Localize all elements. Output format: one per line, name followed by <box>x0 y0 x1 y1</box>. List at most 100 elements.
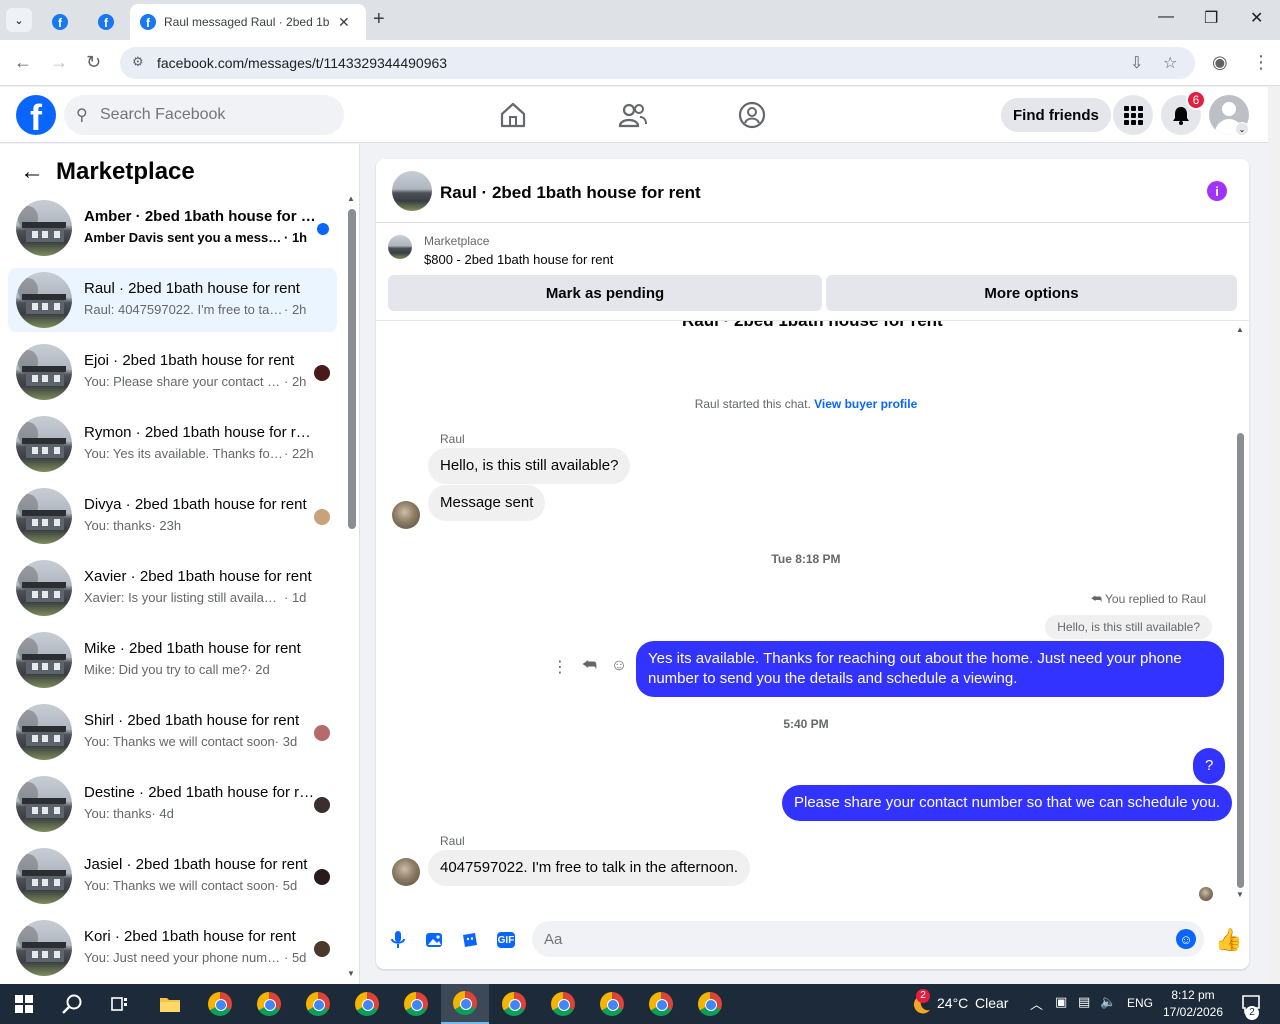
more-actions-icon[interactable]: ⋮ <box>552 657 568 677</box>
conversation-item[interactable]: Rymon · 2bed 1bath house for rent You: Ye… <box>8 412 337 476</box>
pinned-tab-facebook-2[interactable]: f <box>86 4 126 40</box>
sticker-icon[interactable] <box>458 928 482 952</box>
incoming-message[interactable]: Hello, is this still available? <box>428 448 631 484</box>
conversation-item[interactable]: Divya · 2bed 1bath house for rent You: th… <box>8 484 337 548</box>
photo-icon[interactable] <box>422 928 446 952</box>
conversation-name: Ejoi · 2bed 1bath house for rent <box>84 352 295 369</box>
tab-search-dropdown-icon[interactable]: ⌄ <box>6 8 32 32</box>
conversation-item[interactable]: Xavier · 2bed 1bath house for rent Xavier… <box>8 556 337 620</box>
search-box[interactable]: ⚲ <box>64 95 344 135</box>
chevron-up-icon[interactable]: ︿ <box>1030 994 1043 1013</box>
conversation-snippet: Raul: 4047597022. I'm free to talk in th… <box>84 302 284 317</box>
active-tab[interactable]: f Raul messaged Raul · 2bed 1bath house … <box>130 4 366 40</box>
clock-date[interactable]: 17/02/2026 <box>1158 1005 1228 1019</box>
gif-icon[interactable]: GIF <box>494 928 518 952</box>
search-input[interactable] <box>100 103 320 127</box>
forward-icon[interactable]: → <box>50 52 68 73</box>
bookmark-star-icon[interactable]: ☆ <box>1163 53 1177 73</box>
page-scrollbar[interactable] <box>1268 87 1280 984</box>
network-icon[interactable]: ▤ <box>1078 994 1090 1010</box>
browser-menu-icon[interactable]: ⋮ <box>1252 52 1270 73</box>
camera-icon[interactable]: ▣ <box>1055 994 1067 1010</box>
restore-icon[interactable]: ❐ <box>1204 8 1218 28</box>
chat-scroll-thumb[interactable] <box>1237 433 1244 888</box>
listing-price[interactable]: $800 - 2bed 1bath house for rent <box>424 252 613 267</box>
sender-avatar[interactable] <box>392 501 420 529</box>
listing-thumbnail[interactable] <box>392 171 432 211</box>
conversation-item[interactable]: Mike · 2bed 1bath house for rent Mike: Di… <box>8 628 337 692</box>
mark-as-pending-button[interactable]: Mark as pending <box>388 275 822 311</box>
chrome-taskbar-icon[interactable] <box>245 984 293 1024</box>
microphone-icon[interactable] <box>386 928 410 952</box>
weather-desc[interactable]: Clear <box>975 995 1008 1011</box>
language-indicator[interactable]: ENG <box>1127 996 1153 1010</box>
weather-badge: 2 <box>916 989 930 1003</box>
site-info-icon[interactable]: ⚙ <box>132 54 144 70</box>
conversation-item[interactable]: Amber · 2bed 1bath house for rent Amber D… <box>8 196 337 260</box>
home-icon[interactable] <box>498 101 528 129</box>
chrome-taskbar-icon[interactable] <box>392 984 440 1024</box>
close-window-icon[interactable]: ✕ <box>1250 8 1263 28</box>
back-icon[interactable]: ← <box>14 52 32 73</box>
chrome-taskbar-icon-active[interactable] <box>441 984 489 1024</box>
chrome-taskbar-icon[interactable] <box>343 984 391 1024</box>
pinned-tab-facebook-1[interactable]: f <box>40 4 80 40</box>
profile-icon[interactable]: ◉ <box>1212 52 1228 73</box>
clock-time[interactable]: 8:12 pm <box>1158 988 1228 1002</box>
view-buyer-profile-link[interactable]: View buyer profile <box>814 397 917 411</box>
incoming-message[interactable]: 4047597022. I'm free to talk in the afte… <box>428 850 751 886</box>
groups-icon[interactable] <box>737 101 767 129</box>
conversation-item[interactable]: Ejoi · 2bed 1bath house for rent You: Ple… <box>8 340 337 404</box>
facebook-favicon-icon: f <box>98 14 114 30</box>
reload-icon[interactable]: ↻ <box>86 52 101 73</box>
find-friends-button[interactable]: Find friends <box>1001 98 1111 132</box>
chrome-taskbar-icon[interactable] <box>294 984 342 1024</box>
facebook-logo-icon[interactable]: f <box>16 95 56 135</box>
conversation-item[interactable]: Jasiel · 2bed 1bath house for rent You: T… <box>8 844 337 908</box>
more-options-button[interactable]: More options <box>826 275 1237 311</box>
menu-grid-button[interactable] <box>1113 95 1153 135</box>
incoming-message[interactable]: Message sent <box>428 485 546 521</box>
outgoing-message[interactable]: Yes its available. Thanks for reaching o… <box>636 641 1224 697</box>
listing-small-thumbnail[interactable] <box>388 235 412 259</box>
back-arrow-icon[interactable]: ← <box>20 158 44 186</box>
seen-by-avatar <box>314 365 330 381</box>
chrome-taskbar-icon[interactable] <box>588 984 636 1024</box>
chrome-taskbar-icon[interactable] <box>539 984 587 1024</box>
conversation-preview: Amber Davis sent you a message · 1h <box>84 230 316 245</box>
tab-close-icon[interactable]: ✕ <box>338 14 350 31</box>
chevron-down-icon[interactable]: ⌄ <box>1235 122 1249 136</box>
conversation-item[interactable]: Shirl · 2bed 1bath house for rent You: Th… <box>8 700 337 764</box>
friends-icon[interactable] <box>618 101 648 129</box>
task-view-icon[interactable] <box>96 984 144 1024</box>
chrome-taskbar-icon[interactable] <box>490 984 538 1024</box>
outgoing-message[interactable]: Please share your contact number so that… <box>782 785 1233 821</box>
quoted-message[interactable]: Hello, is this still available? <box>1045 615 1212 639</box>
conversation-item[interactable]: Kori · 2bed 1bath house for rent You: Jus… <box>8 916 337 980</box>
emoji-icon[interactable]: ☺ <box>1176 929 1196 949</box>
chrome-taskbar-icon[interactable] <box>196 984 244 1024</box>
conversation-scroll-thumb[interactable] <box>348 209 356 529</box>
thumbs-up-icon[interactable]: 👍 <box>1215 927 1242 953</box>
volume-icon[interactable]: 🔈 <box>1100 994 1116 1010</box>
reply-icon[interactable]: ⮪ <box>582 657 597 677</box>
install-app-icon[interactable]: ⇩ <box>1130 53 1143 73</box>
address-bar[interactable]: ⚙ facebook.com/messages/t/11433293444909… <box>120 47 1195 79</box>
weather-temp[interactable]: 24°C <box>937 995 968 1011</box>
new-tab-icon[interactable]: + <box>373 8 385 31</box>
info-icon[interactable]: i <box>1207 181 1227 201</box>
conversation-item[interactable]: Destine · 2bed 1bath house for rent You: … <box>8 772 337 836</box>
chrome-taskbar-icon[interactable] <box>637 984 685 1024</box>
sender-avatar[interactable] <box>392 858 420 886</box>
react-emoji-icon[interactable]: ☺ <box>611 657 627 677</box>
chat-title[interactable]: Raul · 2bed 1bath house for rent <box>440 183 701 203</box>
outgoing-message[interactable]: ? <box>1193 748 1226 784</box>
url-text[interactable]: facebook.com/messages/t/1143329344490963 <box>157 55 447 71</box>
conversation-item[interactable]: Raul · 2bed 1bath house for rent Raul: 40… <box>8 268 337 332</box>
minimize-icon[interactable]: — <box>1158 8 1174 26</box>
message-input[interactable] <box>532 921 1204 957</box>
file-explorer-icon[interactable] <box>146 984 194 1024</box>
windows-start-icon[interactable] <box>15 995 33 1013</box>
chrome-taskbar-icon[interactable] <box>686 984 734 1024</box>
search-icon[interactable] <box>48 984 96 1024</box>
